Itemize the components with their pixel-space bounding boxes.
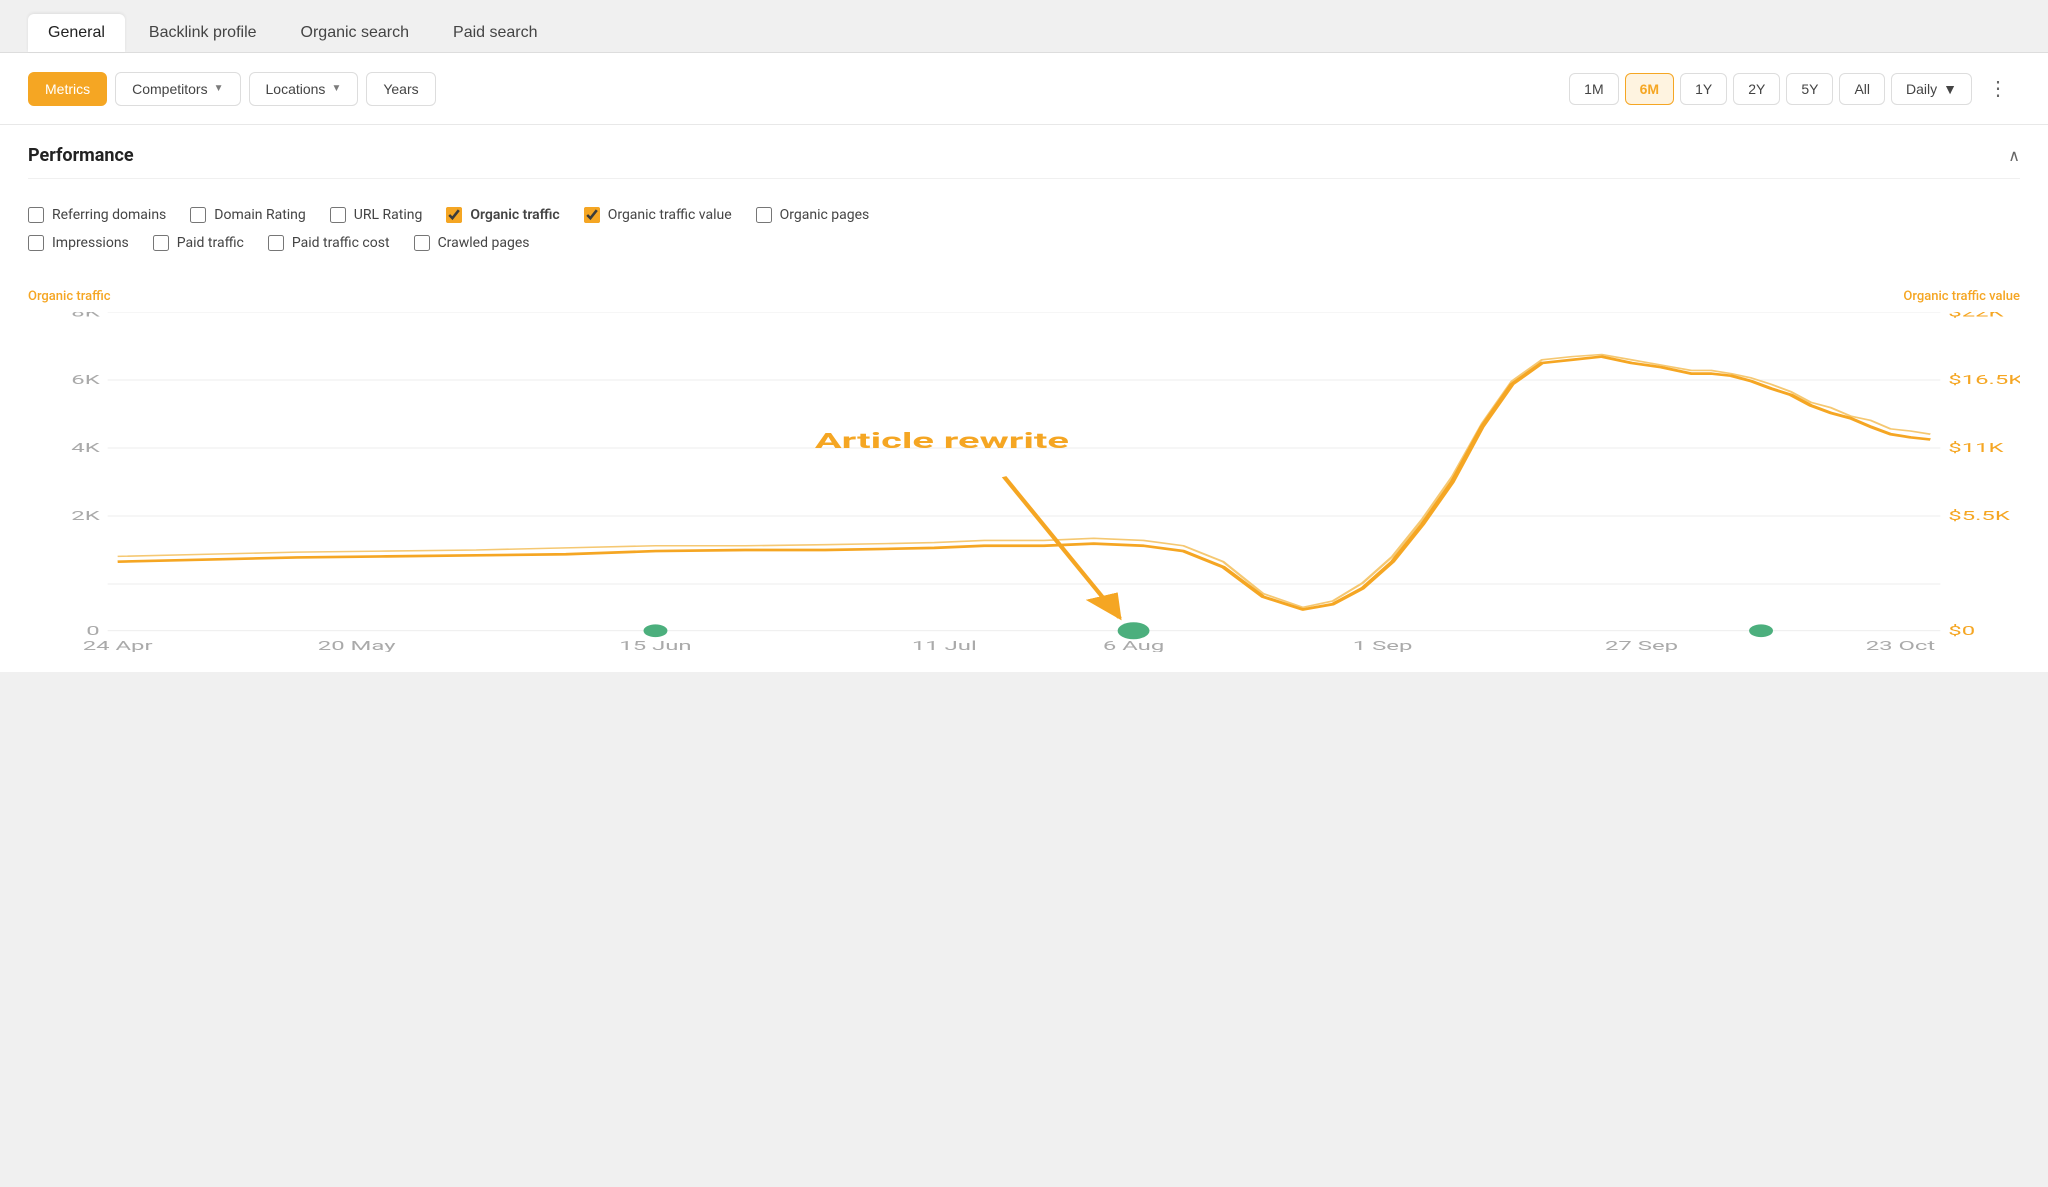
chart-wrapper: 8K 6K 4K 2K 0 $22K $16.5K $11K $5.5K $0 xyxy=(28,312,2020,652)
competitors-button[interactable]: Competitors ▼ xyxy=(115,72,240,106)
checkbox-row-1: Referring domains Domain Rating URL Rati… xyxy=(28,207,2020,223)
tab-paid[interactable]: Paid search xyxy=(433,14,558,52)
checkbox-paid-traffic-cost[interactable]: Paid traffic cost xyxy=(268,235,390,251)
svg-text:$5.5K: $5.5K xyxy=(1948,508,2011,523)
svg-text:0: 0 xyxy=(86,623,99,638)
paid-traffic-cost-input[interactable] xyxy=(268,235,284,251)
chart-svg: 8K 6K 4K 2K 0 $22K $16.5K $11K $5.5K $0 xyxy=(28,312,2020,652)
svg-text:24 Apr: 24 Apr xyxy=(83,638,153,652)
checkbox-domain-rating[interactable]: Domain Rating xyxy=(190,207,306,223)
referring-domains-input[interactable] xyxy=(28,207,44,223)
svg-text:15 Jun: 15 Jun xyxy=(619,638,691,652)
url-rating-input[interactable] xyxy=(330,207,346,223)
svg-text:$22K: $22K xyxy=(1948,312,2004,320)
performance-section: Performance ∧ xyxy=(0,125,2048,179)
checkbox-paid-traffic[interactable]: Paid traffic xyxy=(153,235,244,251)
performance-header: Performance ∧ xyxy=(28,145,2020,179)
checkbox-referring-domains[interactable]: Referring domains xyxy=(28,207,166,223)
tab-backlink[interactable]: Backlink profile xyxy=(129,14,277,52)
svg-text:1 Sep: 1 Sep xyxy=(1353,638,1413,652)
checkbox-row-2: Impressions Paid traffic Paid traffic co… xyxy=(28,235,2020,251)
tab-general[interactable]: General xyxy=(28,14,125,52)
organic-traffic-input[interactable] xyxy=(446,207,462,223)
locations-chevron-icon: ▼ xyxy=(331,83,341,94)
more-options-button[interactable]: ⋮ xyxy=(1978,69,2020,108)
organic-traffic-value-input[interactable] xyxy=(584,207,600,223)
time-6m-button[interactable]: 6M xyxy=(1625,73,1674,105)
svg-text:27 Sep: 27 Sep xyxy=(1605,638,1678,652)
checkbox-impressions[interactable]: Impressions xyxy=(28,235,129,251)
crawled-pages-input[interactable] xyxy=(414,235,430,251)
main-content: Metrics Competitors ▼ Locations ▼ Years … xyxy=(0,53,2048,672)
competitors-chevron-icon: ▼ xyxy=(214,83,224,94)
collapse-button[interactable]: ∧ xyxy=(2008,146,2020,166)
daily-chevron-icon: ▼ xyxy=(1943,81,1957,97)
toolbar: Metrics Competitors ▼ Locations ▼ Years … xyxy=(0,53,2048,125)
chart-labels-top: Organic traffic Organic traffic value xyxy=(28,289,2020,304)
app-container: General Backlink profile Organic search … xyxy=(0,0,2048,1187)
chart-area: Organic traffic Organic traffic value 8K… xyxy=(0,279,2048,672)
years-button[interactable]: Years xyxy=(366,72,435,106)
svg-text:23 Oct: 23 Oct xyxy=(1866,638,1936,652)
svg-text:2K: 2K xyxy=(71,508,101,523)
time-1y-button[interactable]: 1Y xyxy=(1680,73,1727,105)
checkbox-crawled-pages[interactable]: Crawled pages xyxy=(414,235,530,251)
svg-text:$16.5K: $16.5K xyxy=(1948,372,2020,387)
annotation-text: Article rewrite xyxy=(815,428,1069,453)
svg-text:20 May: 20 May xyxy=(318,638,396,652)
paid-traffic-input[interactable] xyxy=(153,235,169,251)
organic-pages-input[interactable] xyxy=(756,207,772,223)
checkbox-organic-traffic[interactable]: Organic traffic xyxy=(446,207,559,223)
event-dot-3 xyxy=(1749,624,1773,637)
daily-button[interactable]: Daily ▼ xyxy=(1891,73,1972,105)
svg-text:6K: 6K xyxy=(71,372,101,387)
chart-right-label: Organic traffic value xyxy=(1903,289,2020,304)
impressions-input[interactable] xyxy=(28,235,44,251)
time-2y-button[interactable]: 2Y xyxy=(1733,73,1780,105)
locations-button[interactable]: Locations ▼ xyxy=(249,72,359,106)
svg-text:$0: $0 xyxy=(1948,623,1975,638)
performance-title: Performance xyxy=(28,145,134,166)
svg-text:11 Jul: 11 Jul xyxy=(912,638,977,652)
top-nav: General Backlink profile Organic search … xyxy=(0,0,2048,53)
toolbar-right: 1M 6M 1Y 2Y 5Y All Daily ▼ ⋮ xyxy=(1569,69,2020,108)
event-dot-2 xyxy=(1118,622,1150,639)
domain-rating-input[interactable] xyxy=(190,207,206,223)
svg-text:$11K: $11K xyxy=(1948,440,2004,455)
toolbar-left: Metrics Competitors ▼ Locations ▼ Years xyxy=(28,72,436,106)
svg-text:8K: 8K xyxy=(71,312,101,320)
checkbox-organic-pages[interactable]: Organic pages xyxy=(756,207,870,223)
time-1m-button[interactable]: 1M xyxy=(1569,73,1618,105)
time-all-button[interactable]: All xyxy=(1839,73,1885,105)
event-dot-1 xyxy=(644,624,668,637)
svg-text:4K: 4K xyxy=(71,440,101,455)
metrics-button[interactable]: Metrics xyxy=(28,72,107,106)
tab-organic[interactable]: Organic search xyxy=(281,14,430,52)
time-5y-button[interactable]: 5Y xyxy=(1786,73,1833,105)
checkboxes-container: Referring domains Domain Rating URL Rati… xyxy=(0,197,2048,279)
svg-text:6 Aug: 6 Aug xyxy=(1103,638,1164,652)
checkbox-url-rating[interactable]: URL Rating xyxy=(330,207,423,223)
checkbox-organic-traffic-value[interactable]: Organic traffic value xyxy=(584,207,732,223)
chart-left-label: Organic traffic xyxy=(28,289,111,304)
